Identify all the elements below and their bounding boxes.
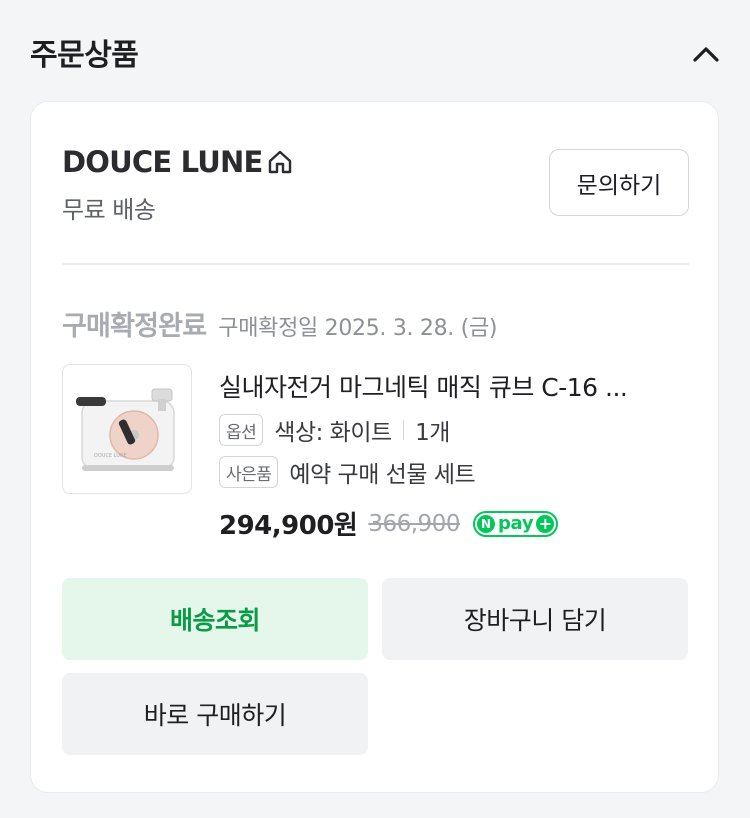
sale-price: 294,900원 xyxy=(219,511,358,541)
seller-name[interactable]: DOUCE LUNE xyxy=(62,145,263,179)
quantity: 1개 xyxy=(415,420,450,446)
divider xyxy=(62,263,689,265)
order-card: DOUCE LUNE 무료 배송 문의하기 구매확정완료 구매확정일 2025.… xyxy=(30,101,719,793)
product-name[interactable]: 실내자전거 마그네틱 매직 큐브 C-16 ... xyxy=(219,368,689,404)
store-home-icon[interactable] xyxy=(267,149,293,175)
inquiry-button[interactable]: 문의하기 xyxy=(549,149,689,216)
gift-row: 사은품 예약 구매 선물 세트 xyxy=(219,455,476,489)
gift-value: 예약 구매 선물 세트 xyxy=(289,462,476,488)
shipping-info: 무료 배송 xyxy=(62,196,156,224)
order-items-header: 주문상품 xyxy=(0,0,750,100)
order-status: 구매확정완료 xyxy=(62,311,207,342)
npay-text: pay xyxy=(497,513,534,534)
option-tag: 옵션 xyxy=(219,414,264,446)
collapse-button[interactable] xyxy=(686,36,726,72)
gift-tag: 사은품 xyxy=(219,456,279,488)
option-separator xyxy=(402,420,405,440)
product-thumbnail[interactable]: DOUCE LUNE xyxy=(62,364,192,494)
price-row: 294,900원 366,900 N pay + xyxy=(219,505,559,542)
svg-text:DOUCE LUNE: DOUCE LUNE xyxy=(94,453,127,459)
option-row: 옵션 색상: 화이트 1개 xyxy=(219,413,450,447)
seller-row: DOUCE LUNE xyxy=(62,144,293,180)
order-status-row: 구매확정완료 구매확정일 2025. 3. 28. (금) xyxy=(62,304,498,343)
option-value: 색상: 화이트 xyxy=(274,420,392,446)
buy-now-button[interactable]: 바로 구매하기 xyxy=(62,673,368,755)
track-delivery-button[interactable]: 배송조회 xyxy=(62,578,368,660)
exercise-bike-image: DOUCE LUNE xyxy=(76,388,175,471)
plus-icon: + xyxy=(536,514,555,533)
add-to-cart-button[interactable]: 장바구니 담기 xyxy=(382,578,688,660)
original-price: 366,900 xyxy=(368,510,460,537)
npay-n-icon: N xyxy=(476,514,495,533)
confirm-date: 구매확정일 2025. 3. 28. (금) xyxy=(218,316,498,341)
section-title: 주문상품 xyxy=(30,38,139,73)
chevron-up-icon xyxy=(693,47,719,62)
npay-plus-badge: N pay + xyxy=(472,510,559,537)
